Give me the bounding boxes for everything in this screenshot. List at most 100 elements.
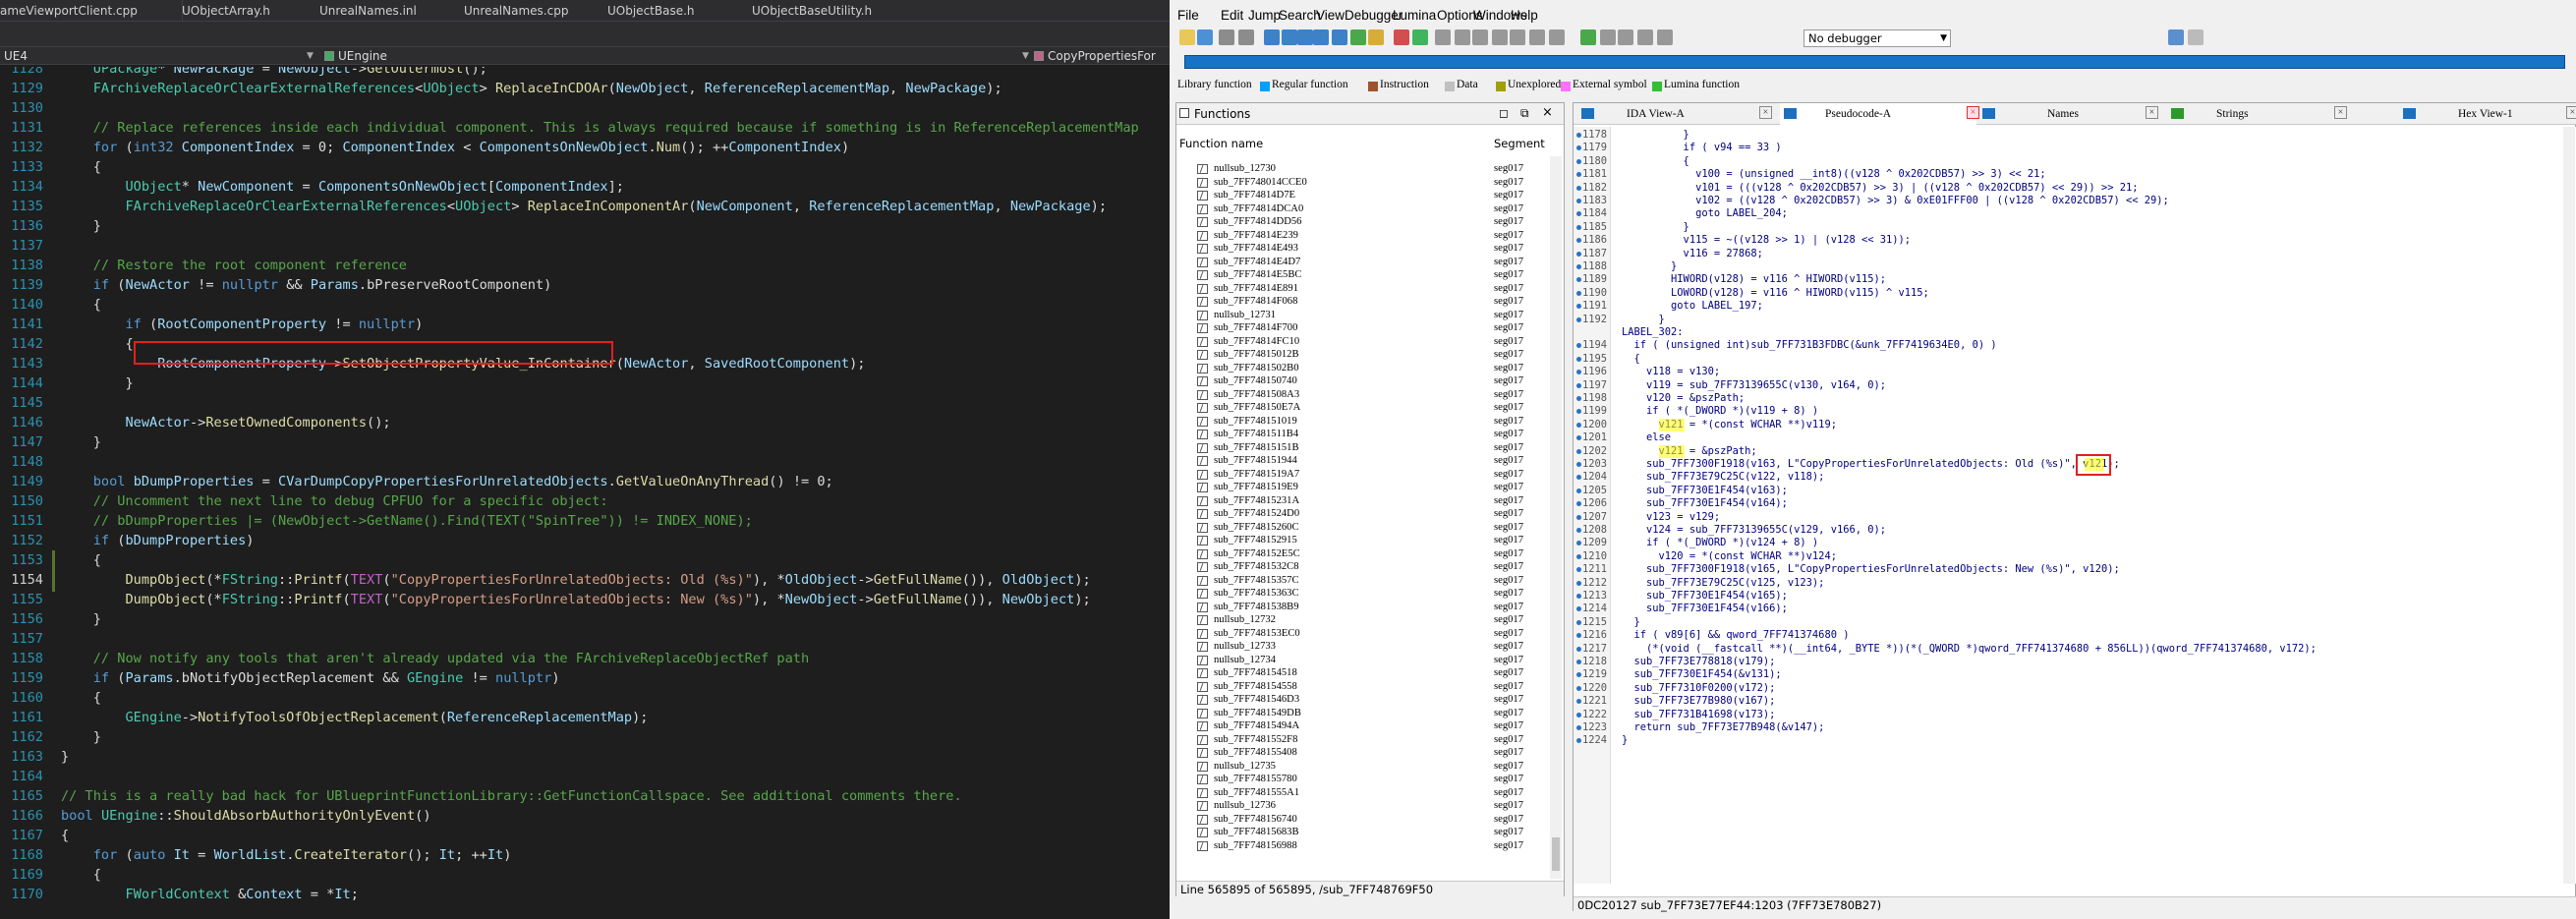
pause-icon[interactable] — [1600, 29, 1616, 45]
function-row[interactable]: sub_7FF7481519A7 seg017 — [1176, 468, 1564, 482]
pseudocode-line[interactable]: 1187 v116 = 27868; — [1574, 248, 2576, 260]
back-icon[interactable] — [1219, 29, 1234, 45]
function-row[interactable]: sub_7FF748153EC0 seg017 — [1176, 627, 1564, 641]
code-line[interactable]: 1151 // bDumpProperties |= (NewObject->G… — [0, 511, 1170, 531]
function-row[interactable]: nullsub_12734 seg017 — [1176, 654, 1564, 667]
code-line[interactable]: 1132 for (int32 ComponentIndex = 0; Comp… — [0, 138, 1170, 157]
pseudocode-line[interactable]: 1224} — [1574, 734, 2576, 747]
file-tab[interactable]: UObjectArray.h — [182, 0, 270, 22]
function-row[interactable]: sub_7FF748152E5C seg017 — [1176, 547, 1564, 561]
menu-lumina[interactable]: Lumina — [1393, 8, 1436, 23]
file-tab[interactable]: ameViewportClient.cpp — [0, 0, 138, 22]
forward-icon[interactable] — [1238, 29, 1254, 45]
color-icon[interactable] — [1394, 29, 1409, 45]
function-row[interactable]: nullsub_12733 seg017 — [1176, 640, 1564, 654]
code-line[interactable]: 1130 — [0, 98, 1170, 118]
code-line[interactable]: 1139 if (NewActor != nullptr && Params.b… — [0, 275, 1170, 295]
function-row[interactable]: sub_7FF74814F700 seg017 — [1176, 321, 1564, 335]
code-line[interactable]: 1145 — [0, 393, 1170, 413]
tab-ida-view-a[interactable]: IDA View-A × — [1577, 103, 1779, 125]
function-row[interactable]: sub_7FF74815494A seg017 — [1176, 719, 1564, 733]
function-row[interactable]: sub_7FF7481546D3 seg017 — [1176, 693, 1564, 707]
pseudocode-line[interactable]: 1222 sub_7FF731B41698(v173); — [1574, 709, 2576, 721]
code-line[interactable]: 1134 UObject* NewComponent = ComponentsO… — [0, 177, 1170, 197]
function-row[interactable]: sub_7FF7481502B0 seg017 — [1176, 362, 1564, 375]
function-row[interactable]: sub_7FF748155780 seg017 — [1176, 773, 1564, 786]
function-row[interactable]: sub_7FF74814D7E seg017 — [1176, 189, 1564, 202]
code-line[interactable]: 1168 for (auto It = WorldList.CreateIter… — [0, 845, 1170, 865]
function-row[interactable]: sub_7FF748150E7A seg017 — [1176, 401, 1564, 415]
function-row[interactable]: sub_7FF748152915 seg017 — [1176, 534, 1564, 547]
step-icon[interactable] — [1637, 29, 1653, 45]
restore-icon[interactable]: ◻ — [1499, 106, 1509, 120]
function-row[interactable]: sub_7FF74815363C seg017 — [1176, 587, 1564, 601]
open-icon[interactable] — [1179, 29, 1195, 45]
function-row[interactable]: sub_7FF7481508A3 seg017 — [1176, 388, 1564, 402]
pseudocode-line-highlighted[interactable]: 1200 v121 = *(const WCHAR **)v119; — [1574, 419, 2576, 431]
function-row[interactable]: sub_7FF748154558 seg017 — [1176, 680, 1564, 694]
code-line[interactable]: 1135 FArchiveReplaceOrClearExternalRefer… — [0, 197, 1170, 216]
code-line[interactable]: 1153 { — [0, 550, 1170, 570]
debugger-select[interactable]: No debugger ▼ — [1803, 29, 1951, 47]
function-row[interactable]: sub_7FF74814DCA0 seg017 — [1176, 202, 1564, 216]
code-line[interactable]: 1149 bool bDumpProperties = CVarDumpCopy… — [0, 472, 1170, 491]
close-icon[interactable]: × — [1542, 105, 1553, 120]
pseudocode-line[interactable]: 1204 sub_7FF73E79C25C(v122, v118); — [1574, 471, 2576, 484]
function-row[interactable]: nullsub_12731 seg017 — [1176, 309, 1564, 322]
code-line[interactable]: 1170 FWorldContext &Context = *It; — [0, 885, 1170, 904]
function-row[interactable]: sub_7FF74814E493 seg017 — [1176, 242, 1564, 256]
tab-strings[interactable]: Strings × — [2167, 103, 2374, 125]
list-icon[interactable] — [1549, 29, 1565, 45]
pseudocode-line[interactable]: 1184 goto LABEL_204; — [1574, 207, 2576, 220]
file-tab[interactable]: UObjectBaseUtility.h — [752, 0, 872, 22]
function-row[interactable]: sub_7FF74814DD56 seg017 — [1176, 215, 1564, 229]
code-line[interactable]: 1158 // Now notify any tools that aren't… — [0, 649, 1170, 668]
code-line[interactable]: 1148 — [0, 452, 1170, 472]
code-line[interactable]: 1160 { — [0, 688, 1170, 708]
code-line[interactable]: 1152 if (bDumpProperties) — [0, 531, 1170, 550]
function-row[interactable]: sub_7FF7481511B4 seg017 — [1176, 428, 1564, 441]
pseudocode-line[interactable]: 1190 LOWORD(v128) = v116 ^ HIWORD(v115) … — [1574, 287, 2576, 300]
code-line[interactable]: 1138 // Restore the root component refer… — [0, 256, 1170, 275]
code-line[interactable]: 1169 { — [0, 865, 1170, 885]
code-line[interactable]: 1129 FArchiveReplaceOrClearExternalRefer… — [0, 79, 1170, 98]
function-row[interactable]: sub_7FF7481555A1 seg017 — [1176, 786, 1564, 800]
menu-search[interactable]: Search — [1279, 8, 1321, 23]
function-row[interactable]: nullsub_12732 seg017 — [1176, 613, 1564, 627]
code-line[interactable]: 1166 bool UEngine::ShouldAbsorbAuthorityO… — [0, 806, 1170, 826]
function-row[interactable]: nullsub_12730 seg017 — [1176, 162, 1564, 176]
debugger-settings-icon[interactable] — [2188, 29, 2204, 45]
function-row[interactable]: sub_7FF74814E4D7 seg017 — [1176, 256, 1564, 269]
debugger-options-icon[interactable] — [2168, 29, 2184, 45]
code-line[interactable]: 1141 if (RootComponentProperty != nullpt… — [0, 315, 1170, 334]
function-row[interactable]: sub_7FF748014CCE0 seg017 — [1176, 176, 1564, 190]
pseudocode-line[interactable]: 1191 goto LABEL_197; — [1574, 300, 2576, 313]
pseudocode-line[interactable]: 1223 return sub_7FF73E77B948(&v147); — [1574, 721, 2576, 734]
code-line[interactable]: 1167 { — [0, 826, 1170, 845]
list-icon[interactable] — [1455, 29, 1470, 45]
list-icon[interactable] — [1529, 29, 1545, 45]
code-line[interactable]: 1131 // Replace references inside each i… — [0, 118, 1170, 138]
code-editor[interactable]: 1128 UPackage* NewPackage = NewObject->G… — [0, 67, 1170, 919]
save-icon[interactable] — [1197, 29, 1213, 45]
pseudocode-line[interactable]: 1214 sub_7FF730E1F454(v166); — [1574, 603, 2576, 615]
play-icon[interactable] — [1580, 29, 1596, 45]
list-icon[interactable] — [1510, 29, 1525, 45]
pseudocode-line[interactable]: 1192 } — [1574, 314, 2576, 326]
pseudocode-line[interactable]: 1196 v118 = v130; — [1574, 366, 2576, 378]
code-line[interactable]: 1146 NewActor->ResetOwnedComponents(); — [0, 413, 1170, 432]
list-icon[interactable] — [1492, 29, 1508, 45]
pseudocode-view[interactable]: 1178 } 1179 if ( v94 == 33 ) 1180 {1181 v1… — [1574, 127, 2576, 884]
pseudocode-line[interactable]: 1180 { — [1574, 155, 2576, 168]
code-line[interactable]: 1155 DumpObject(*FString::Printf(TEXT("C… — [0, 590, 1170, 609]
nav-project[interactable]: UE4 — [4, 48, 28, 64]
pseudocode-line[interactable]: 1201 else — [1574, 431, 2576, 444]
pseudocode-line[interactable]: 1181 v100 = (unsigned __int8)((v128 ^ 0x… — [1574, 168, 2576, 181]
code-line[interactable]: 1128 UPackage* NewPackage = NewObject->G… — [0, 67, 1170, 79]
pseudocode-line[interactable]: 1182 v101 = (((v128 ^ 0x202CDB57) >> 3) … — [1574, 182, 2576, 195]
function-row[interactable]: sub_7FF7481538B9 seg017 — [1176, 601, 1564, 614]
list-icon[interactable] — [1435, 29, 1451, 45]
pseudocode-line[interactable]: 1185 } — [1574, 221, 2576, 234]
function-row[interactable]: sub_7FF7481519E9 seg017 — [1176, 481, 1564, 494]
function-row[interactable]: sub_7FF748150740 seg017 — [1176, 374, 1564, 388]
